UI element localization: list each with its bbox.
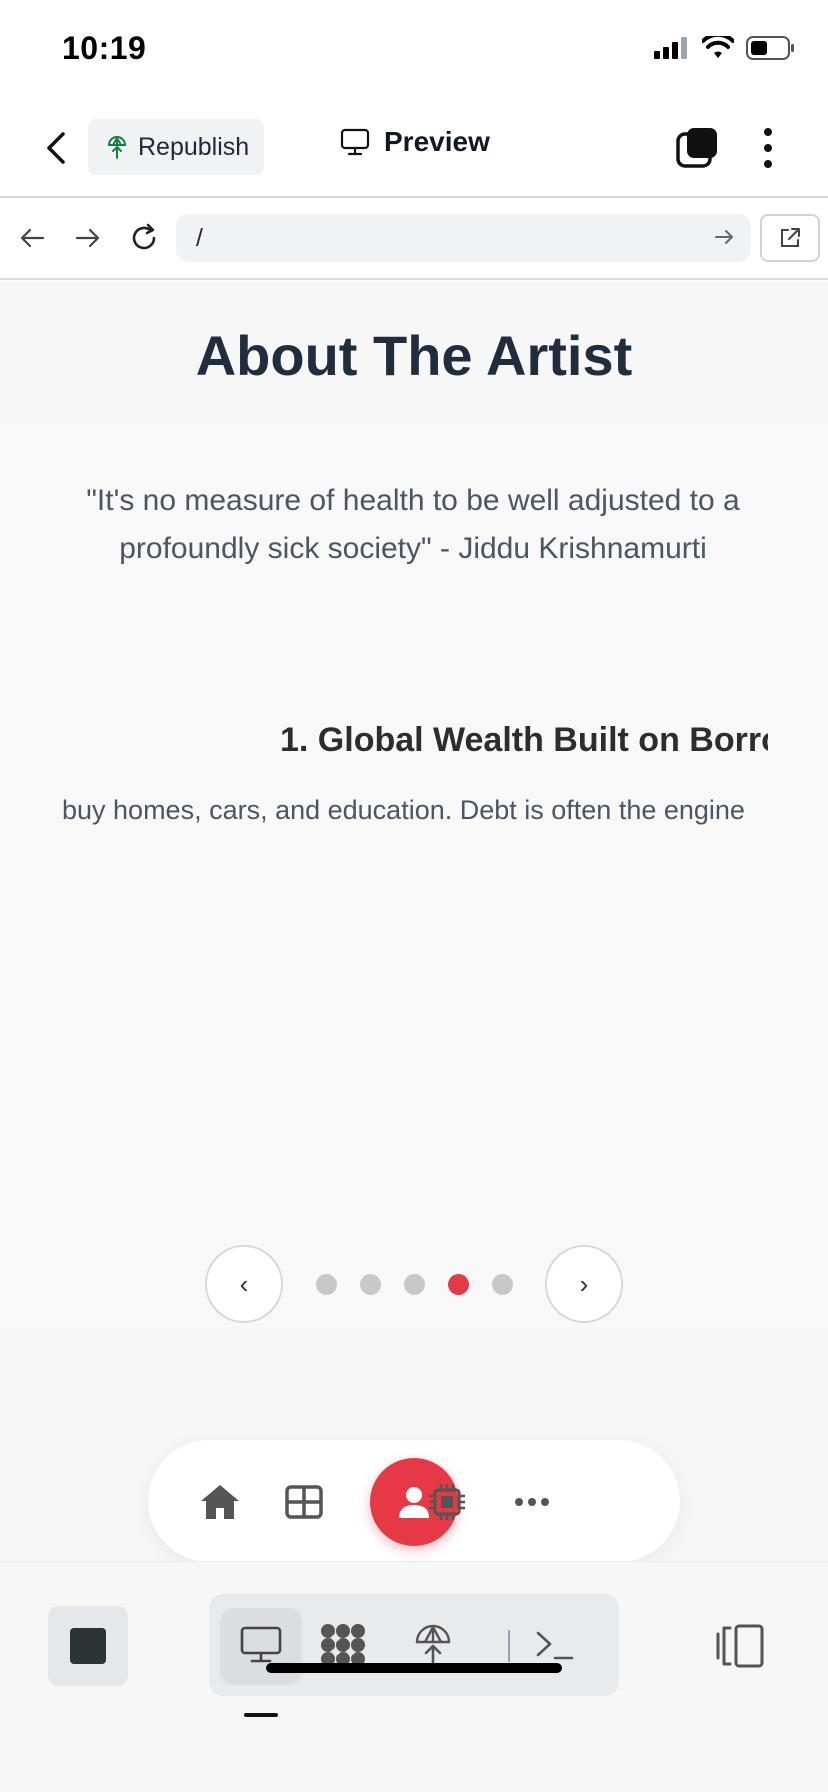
carousel-dot[interactable] [404, 1274, 425, 1295]
carousel-next-button[interactable]: › [545, 1245, 623, 1323]
preview-tab[interactable]: Preview [340, 126, 490, 158]
preview-content: About The Artist "It's no measure of hea… [0, 281, 828, 1561]
slide-body: buy homes, cars, and education. Debt is … [62, 795, 768, 835]
slide-body-text: buy homes, cars, and education. Debt is … [62, 795, 745, 825]
carousel-dot-active[interactable] [448, 1274, 469, 1295]
nav-gallery-button[interactable] [282, 1480, 326, 1524]
app-header: Republish Preview [0, 100, 828, 198]
arrow-left-icon [20, 228, 45, 248]
preview-label: Preview [384, 126, 490, 157]
panel-toggle-button[interactable] [714, 1622, 766, 1670]
terminal-icon [536, 1631, 574, 1660]
slide-heading: 1. Global Wealth Built on Borrowed [62, 721, 768, 771]
url-input[interactable]: / [176, 214, 751, 262]
carousel-dot[interactable] [360, 1274, 381, 1295]
wifi-icon [702, 36, 734, 58]
tabs-button[interactable] [675, 126, 719, 170]
deploy-icon [107, 135, 127, 159]
quote-text: "It's no measure of health to be well ad… [86, 484, 740, 565]
dot-icon [764, 160, 772, 168]
sidebar-panel-icon [716, 1624, 764, 1668]
nav-home-button[interactable] [198, 1480, 242, 1524]
home-icon [201, 1485, 239, 1519]
agents-icon [321, 1624, 365, 1666]
carousel-dot[interactable] [316, 1274, 337, 1295]
chevron-left-icon: ‹ [239, 1268, 249, 1299]
republish-label: Republish [138, 132, 250, 161]
carousel-dot[interactable] [492, 1274, 513, 1295]
arrow-right-icon [75, 228, 100, 248]
reload-icon [132, 223, 156, 250]
deploy-icon [415, 1624, 451, 1668]
cpu-icon [429, 1484, 465, 1520]
external-link-icon [781, 228, 800, 247]
page-title: About The Artist [195, 324, 633, 387]
status-time: 10:19 [62, 30, 147, 66]
dot-icon [764, 144, 772, 152]
grid-icon [285, 1485, 323, 1519]
nav-tech-button[interactable] [425, 1480, 469, 1524]
active-tool-indicator [244, 1713, 278, 1717]
dot-icon [764, 128, 772, 136]
open-external-button[interactable] [760, 214, 820, 262]
tool-divider [508, 1630, 510, 1662]
url-text: / [196, 223, 203, 252]
chevron-left-icon [47, 132, 65, 164]
carousel-prev-button[interactable]: ‹ [205, 1245, 283, 1323]
nav-more-button[interactable] [510, 1480, 554, 1524]
back-button[interactable] [36, 122, 76, 174]
workspace-toolbar [0, 1561, 828, 1792]
reload-button[interactable] [124, 218, 164, 258]
go-arrow-icon[interactable] [713, 226, 735, 248]
url-bar: / [0, 198, 828, 280]
carousel-controls: ‹ › [0, 1245, 828, 1325]
tool-group [209, 1594, 619, 1696]
status-bar: 10:19 [0, 0, 828, 100]
slide-heading-text: 1. Global Wealth Built on Borrowed [280, 721, 768, 759]
signal-icon [654, 37, 687, 59]
monitor-icon [340, 128, 370, 156]
monitor-icon [240, 1626, 282, 1663]
nav-back-button[interactable] [12, 218, 52, 258]
chevron-right-icon: › [579, 1268, 589, 1299]
home-indicator [266, 1663, 562, 1673]
nav-forward-button[interactable] [68, 218, 108, 258]
battery-icon [746, 36, 794, 60]
more-vertical-button[interactable] [752, 124, 784, 172]
stop-button[interactable] [48, 1606, 128, 1686]
more-horizontal-icon [515, 1498, 549, 1506]
republish-button[interactable]: Republish [88, 119, 264, 175]
stop-icon [70, 1628, 106, 1664]
carousel-dots [316, 1274, 513, 1295]
site-bottom-nav [148, 1440, 680, 1561]
tabs-icon [676, 128, 717, 168]
status-icons [654, 36, 796, 60]
